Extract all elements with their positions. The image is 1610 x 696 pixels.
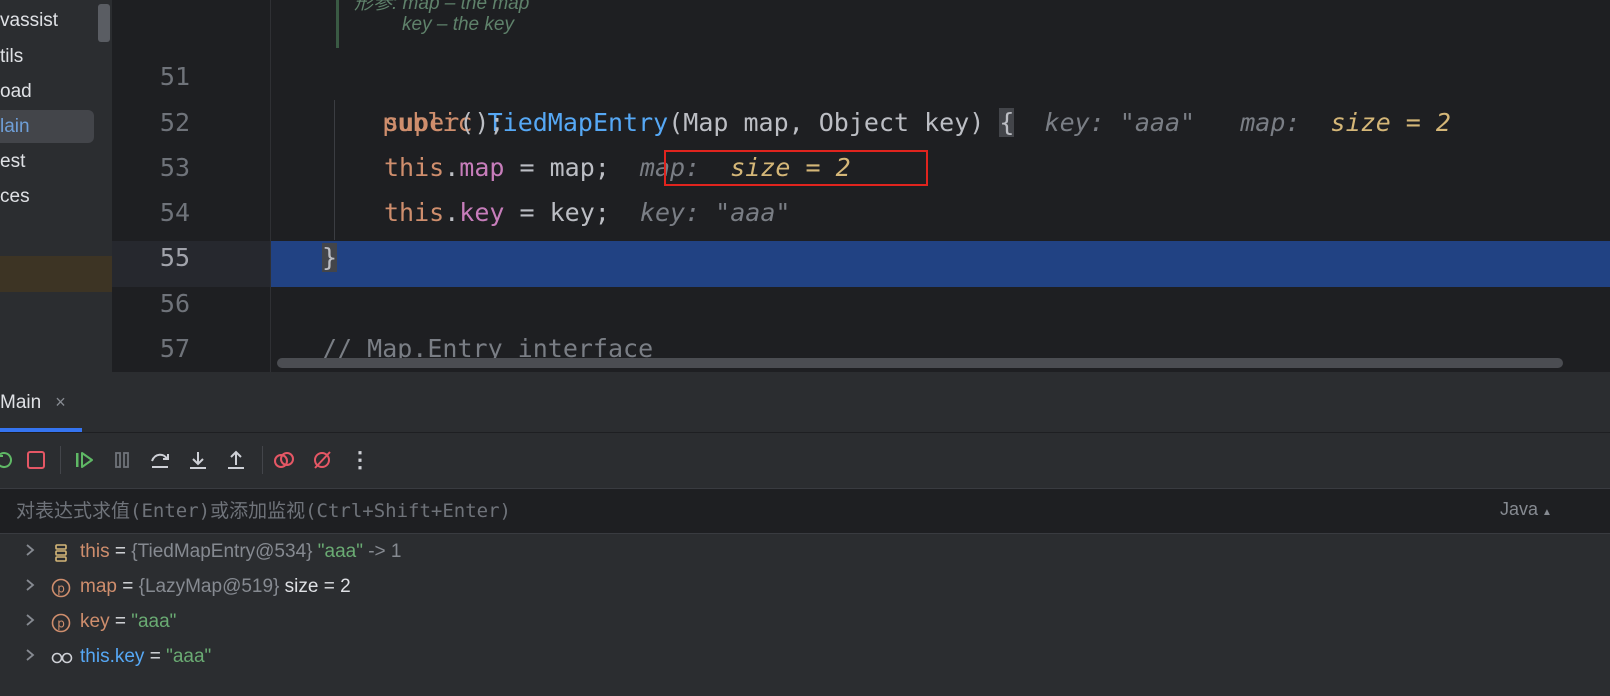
tree-highlight: [0, 256, 112, 292]
line-number[interactable]: 52: [112, 100, 190, 146]
variable-equals: =: [144, 646, 167, 667]
field-name: key: [459, 198, 505, 227]
project-tree-item[interactable]: ces: [0, 180, 30, 213]
debug-tab-bar: Main ×: [0, 372, 1610, 433]
gutter-divider: [270, 0, 271, 372]
object-icon: [50, 541, 72, 563]
parameter-list: (Map map, Object key): [668, 108, 1000, 137]
step-over-icon[interactable]: [146, 446, 174, 474]
parameter-icon: p: [50, 576, 72, 598]
variable-type: {LazyMap@519}: [138, 576, 280, 597]
chevron-right-icon[interactable]: [24, 604, 40, 639]
project-tree-item[interactable]: est: [0, 145, 25, 178]
keyword: this: [384, 153, 445, 182]
line-number[interactable]: 53: [112, 145, 190, 191]
variable-equals: =: [109, 541, 132, 562]
step-into-icon[interactable]: [184, 446, 212, 474]
tab-main[interactable]: Main ×: [0, 372, 86, 432]
variable-type: {TiedMapEntry@534}: [131, 541, 313, 562]
variable-name: map: [80, 576, 117, 597]
toolbar-separator: [262, 446, 263, 474]
variable-extra: -> 1: [362, 541, 402, 562]
chevron-right-icon[interactable]: [24, 639, 40, 674]
project-sidebar: vassist tils oad lain est ces: [0, 0, 112, 372]
variable-value: "aaa": [131, 611, 177, 632]
mute-breakpoints-icon[interactable]: [308, 446, 336, 474]
stop-icon[interactable]: [22, 446, 50, 474]
parameter-badge-letter: p: [57, 617, 65, 631]
line-number[interactable]: 55: [112, 235, 190, 281]
inline-value-hint: key: "aaa": [639, 198, 791, 227]
horizontal-scrollbar[interactable]: [277, 358, 1563, 368]
brace: {: [999, 108, 1015, 137]
variable-value: "aaa": [312, 541, 363, 562]
evaluate-expression-input[interactable]: [14, 495, 1418, 527]
variables-tree: this = {TiedMapEntry@534} "aaa" -> 1 p m…: [0, 532, 1610, 696]
evaluate-expression-bar: Java▲: [0, 488, 1610, 534]
code-text: .: [444, 198, 460, 227]
debug-toolbar: ⋮: [0, 432, 1610, 488]
annotation-highlight-box: [664, 150, 928, 186]
keyword: super: [384, 108, 460, 137]
project-tree-item-selected[interactable]: lain: [0, 110, 94, 143]
variable-row[interactable]: this = {TiedMapEntry@534} "aaa" -> 1: [0, 534, 1610, 569]
toolbar-separator: [60, 446, 61, 474]
variable-name: this: [80, 541, 110, 562]
variable-name: key: [80, 611, 110, 632]
project-tree-item[interactable]: oad: [0, 75, 32, 108]
line-number[interactable]: 56: [112, 281, 190, 327]
code-text: = key;: [504, 198, 610, 227]
close-icon[interactable]: ×: [55, 392, 66, 412]
keyword: this: [384, 198, 445, 227]
more-icon[interactable]: ⋮: [346, 446, 374, 474]
code-text: .: [444, 153, 460, 182]
view-breakpoints-icon[interactable]: [270, 446, 298, 474]
field-name: map: [459, 153, 505, 182]
inline-value-hint-label: key:: [1044, 108, 1120, 137]
code-text: ();: [459, 108, 505, 137]
chevron-down-icon: ▲: [1542, 507, 1552, 518]
doc-comment-line: 形参: map – the map: [354, 0, 530, 14]
project-tree-item[interactable]: tils: [0, 40, 23, 73]
tab-label: Main: [0, 392, 42, 413]
variable-row[interactable]: this.key = "aaa": [0, 639, 1610, 674]
execution-line-highlight: [270, 241, 1610, 287]
language-select[interactable]: Java ▲: [1500, 499, 1552, 520]
code-text: = map;: [504, 153, 610, 182]
code-editor[interactable]: 形参: map – the map key – the key 51 52 53…: [112, 0, 1610, 372]
doc-comment-bar: [336, 0, 339, 48]
doc-comment-line: key – the key: [402, 14, 514, 35]
watch-icon: [50, 646, 73, 668]
variable-value: "aaa": [166, 646, 212, 667]
sidebar-scrollbar[interactable]: [98, 4, 110, 42]
variable-equals: =: [109, 611, 132, 632]
inline-value-hint-label: map:: [1240, 108, 1316, 137]
chevron-right-icon[interactable]: [24, 534, 40, 569]
debug-tool-window: Main × ⋮ 对表达式求值(Enter)或添加监视(Ctrl+Shift+E…: [0, 372, 1610, 696]
project-tree-item[interactable]: vassist: [0, 4, 58, 37]
brace: }: [322, 243, 338, 272]
step-out-icon[interactable]: [222, 446, 250, 474]
line-number[interactable]: 51: [112, 54, 190, 100]
variable-row[interactable]: p key = "aaa": [0, 604, 1610, 639]
constructor-name: TiedMapEntry: [487, 108, 669, 137]
code-line-54[interactable]: this.key = key; key: "aaa": [384, 190, 790, 236]
resume-icon[interactable]: [70, 446, 98, 474]
variable-row[interactable]: p map = {LazyMap@519} size = 2: [0, 569, 1610, 604]
parameter-badge-letter: p: [57, 582, 65, 596]
rerun-icon[interactable]: [0, 446, 18, 474]
variable-extra: size = 2: [279, 576, 351, 597]
language-label: Java: [1500, 499, 1539, 519]
variable-name: this.key: [80, 646, 145, 667]
inline-value-hint: size = 2: [1330, 108, 1451, 137]
variable-equals: =: [116, 576, 139, 597]
pause-icon[interactable]: [108, 446, 136, 474]
line-number[interactable]: 57: [112, 326, 190, 372]
inline-value-hint: "aaa": [1119, 108, 1196, 137]
code-line-52[interactable]: super();: [384, 100, 504, 146]
chevron-right-icon[interactable]: [24, 569, 40, 604]
parameter-icon: p: [50, 611, 72, 633]
code-line-55[interactable]: }: [322, 235, 338, 281]
line-number[interactable]: 54: [112, 190, 190, 236]
